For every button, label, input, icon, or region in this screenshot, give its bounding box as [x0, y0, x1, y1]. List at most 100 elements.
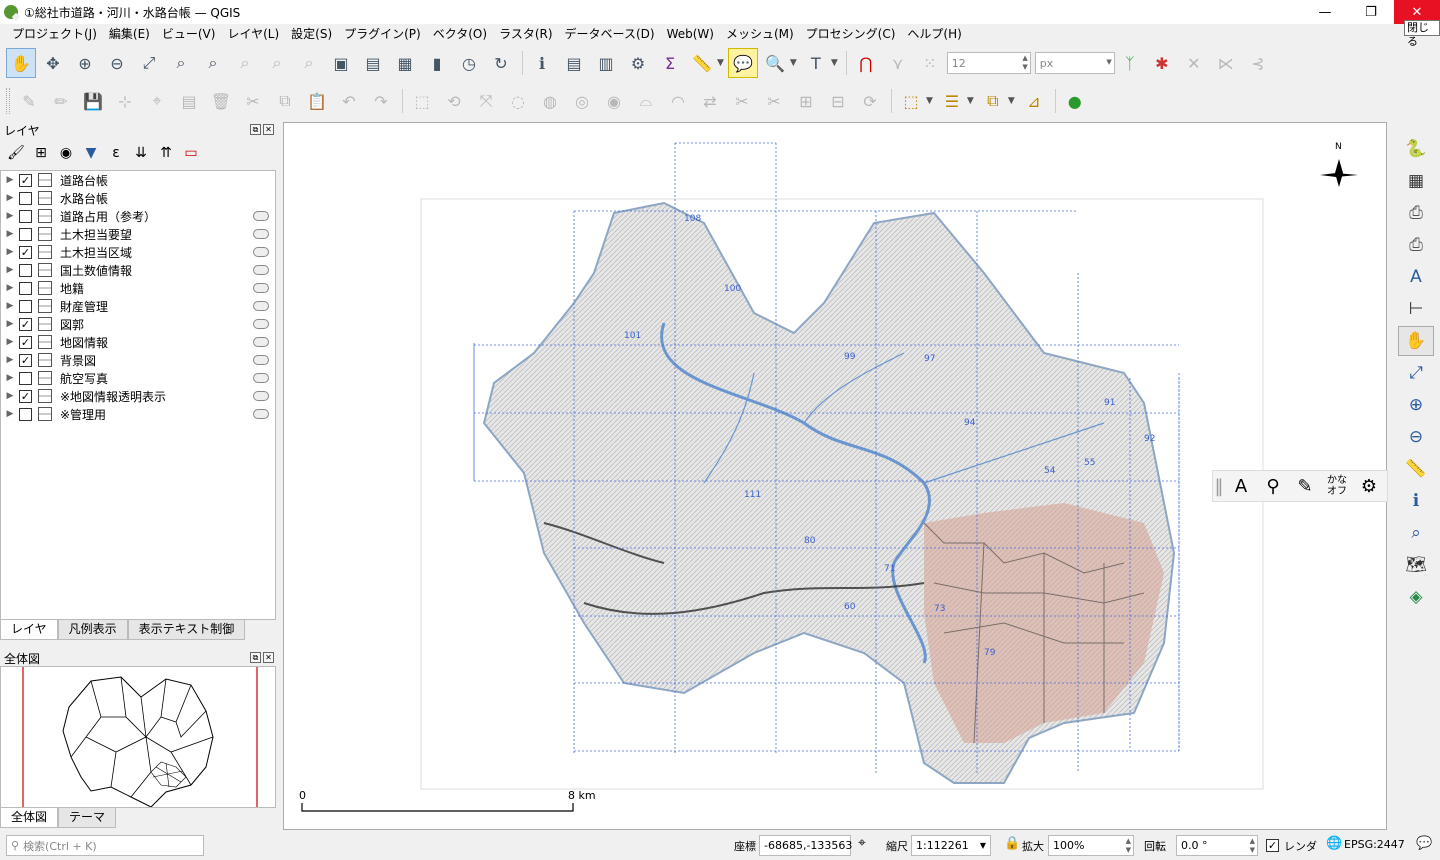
coordinate-toggle-icon[interactable]: ⌖: [858, 835, 866, 851]
label-edit-icon[interactable]: ✎: [1289, 472, 1321, 500]
cut-icon[interactable]: ✂: [238, 86, 268, 116]
remove-layer-icon[interactable]: ▭: [179, 141, 203, 165]
layer-visibility-checkbox[interactable]: ✓: [19, 335, 32, 349]
expand-arrow-icon[interactable]: ▶: [1, 211, 19, 221]
reverse-icon[interactable]: ⇄: [695, 86, 725, 116]
zoom-to-layer-icon[interactable]: ⌕: [198, 48, 228, 78]
layer-visibility-checkbox[interactable]: [19, 407, 32, 421]
search-feature-icon[interactable]: 🔍: [760, 48, 790, 78]
zoom-native-icon[interactable]: ⌕: [230, 48, 260, 78]
green-globe-icon[interactable]: ●: [1060, 86, 1090, 116]
digitize-shape-icon[interactable]: ⬚: [407, 86, 437, 116]
label-pin-icon[interactable]: ⚲: [1257, 472, 1289, 500]
measure-line-icon[interactable]: ⊢: [1398, 294, 1434, 324]
new-bookmark-icon[interactable]: ▣: [326, 48, 356, 78]
toolbar-grip[interactable]: ‖: [1213, 472, 1225, 500]
style-brush-icon[interactable]: 🖌: [4, 141, 28, 165]
filter-icon[interactable]: ▼: [79, 141, 103, 165]
layer-link-icon[interactable]: [253, 373, 269, 383]
menu-edit[interactable]: 編集(E): [103, 24, 156, 44]
menu-view[interactable]: ビュー(V): [156, 24, 222, 44]
expand-arrow-icon[interactable]: ▶: [1, 373, 19, 383]
rotation-spinbox[interactable]: 0.0 ° ▲ ▼: [1176, 835, 1258, 856]
expand-arrow-icon[interactable]: ▶: [1, 247, 19, 257]
edit-pencil-icon[interactable]: ✎: [14, 86, 44, 116]
pan-to-selection-icon[interactable]: ✥: [38, 48, 68, 78]
zoom-next-icon[interactable]: ⌕: [294, 48, 324, 78]
menu-processing[interactable]: プロセシング(C): [800, 24, 902, 44]
select-by-value-icon[interactable]: ☰: [937, 86, 967, 116]
statistics-sigma-icon[interactable]: Σ: [655, 48, 685, 78]
tab-overview[interactable]: 全体図: [0, 808, 59, 828]
toggle-editing-icon[interactable]: ✏: [46, 86, 76, 116]
zoom-in-icon[interactable]: ⊕: [70, 48, 100, 78]
layer-visibility-checkbox[interactable]: [19, 209, 32, 223]
delete-ring-icon[interactable]: ◉: [599, 86, 629, 116]
expand-arrow-icon[interactable]: ▶: [1, 319, 19, 329]
map-tips-icon[interactable]: 💬: [727, 48, 758, 78]
select-location-icon[interactable]: ⊿: [1019, 86, 1049, 116]
zoom-to-selection-icon[interactable]: ⌕: [166, 48, 196, 78]
digitize-icon[interactable]: ⋎: [883, 48, 913, 78]
chevron-down-icon[interactable]: ▼: [1008, 96, 1015, 106]
layer-row[interactable]: ▶ ✓ 図郭: [1, 315, 275, 333]
layer-link-icon[interactable]: [253, 391, 269, 401]
temporal-clock-icon[interactable]: ◷: [454, 48, 484, 78]
measure-icon[interactable]: 📏: [687, 48, 717, 78]
zoom-out-icon[interactable]: ⊖: [102, 48, 132, 78]
label-text-icon[interactable]: A: [1225, 472, 1257, 500]
visibility-eye-icon[interactable]: ◉: [54, 141, 78, 165]
merge-attributes-icon[interactable]: ⊟: [823, 86, 853, 116]
layer-visibility-checkbox[interactable]: ✓: [19, 245, 32, 259]
move-feature-icon[interactable]: ⤧: [471, 86, 501, 116]
lock-icon[interactable]: 🔒: [1004, 836, 1020, 851]
collapse-all-icon[interactable]: ⇈: [154, 141, 178, 165]
layer-visibility-checkbox[interactable]: ✓: [19, 389, 32, 403]
layer-visibility-checkbox[interactable]: [19, 281, 32, 295]
refresh-icon[interactable]: ↻: [486, 48, 516, 78]
expand-arrow-icon[interactable]: ▶: [1, 301, 19, 311]
layer-visibility-checkbox[interactable]: [19, 191, 32, 205]
expand-arrow-icon[interactable]: ▶: [1, 337, 19, 347]
magnifier-spinbox[interactable]: 100% ▲ ▼: [1048, 835, 1134, 856]
render-checkbox[interactable]: ✓: [1266, 839, 1279, 852]
expand-arrow-icon[interactable]: ▶: [1, 283, 19, 293]
vertex-tool-icon[interactable]: ⌖: [142, 86, 172, 116]
layer-row[interactable]: ▶ 地籍: [1, 279, 275, 297]
delete-icon[interactable]: 🗑: [206, 86, 236, 116]
add-group-icon[interactable]: ⊞: [29, 141, 53, 165]
layer-row[interactable]: ▶ ✓ 背景図: [1, 351, 275, 369]
layer-link-icon[interactable]: [253, 265, 269, 275]
expand-arrow-icon[interactable]: ▶: [1, 193, 19, 203]
attribute-table-icon[interactable]: ▤: [559, 48, 589, 78]
layer-row[interactable]: ▶ ✓ 地図情報: [1, 333, 275, 351]
menu-mesh[interactable]: メッシュ(M): [720, 24, 800, 44]
menu-vector[interactable]: ベクタ(O): [427, 24, 493, 44]
pan-hand-icon[interactable]: ✋: [6, 48, 36, 78]
minimize-button[interactable]: —: [1302, 0, 1348, 24]
layer-link-icon[interactable]: [253, 301, 269, 311]
layer-row[interactable]: ▶ 航空写真: [1, 369, 275, 387]
zoom-full-icon[interactable]: ⤢: [134, 48, 164, 78]
redo-icon[interactable]: ↷: [366, 86, 396, 116]
crs-value[interactable]: EPSG:2447: [1344, 838, 1405, 851]
chevron-down-icon[interactable]: ▼: [1106, 58, 1111, 67]
modify-attributes-icon[interactable]: ▤: [174, 86, 204, 116]
print-layout-icon[interactable]: ⎙: [1398, 230, 1434, 260]
layer-link-icon[interactable]: [253, 247, 269, 257]
spin-arrows-icon[interactable]: ▲ ▼: [1250, 837, 1255, 855]
layer-row[interactable]: ▶ ※管理用: [1, 405, 275, 423]
float-panel-icon[interactable]: ⧉: [250, 652, 261, 663]
menu-web[interactable]: Web(W): [661, 24, 720, 44]
offset-icon[interactable]: ◠: [663, 86, 693, 116]
layer-row[interactable]: ▶ ✓ 土木担当区域: [1, 243, 275, 261]
split-features-icon[interactable]: ✂: [727, 86, 757, 116]
split-parts-icon[interactable]: ✂: [759, 86, 789, 116]
coordinate-field[interactable]: -68685,-133563: [759, 835, 852, 856]
locator-search-input[interactable]: ⚲ 検索(Ctrl + K): [6, 835, 204, 856]
layer-link-icon[interactable]: [253, 229, 269, 239]
tab-layers[interactable]: レイヤ: [0, 620, 58, 640]
zoom-full-icon[interactable]: ⤢: [1398, 358, 1434, 388]
deselect-icon[interactable]: ⧉: [978, 86, 1008, 116]
expand-arrow-icon[interactable]: ▶: [1, 355, 19, 365]
